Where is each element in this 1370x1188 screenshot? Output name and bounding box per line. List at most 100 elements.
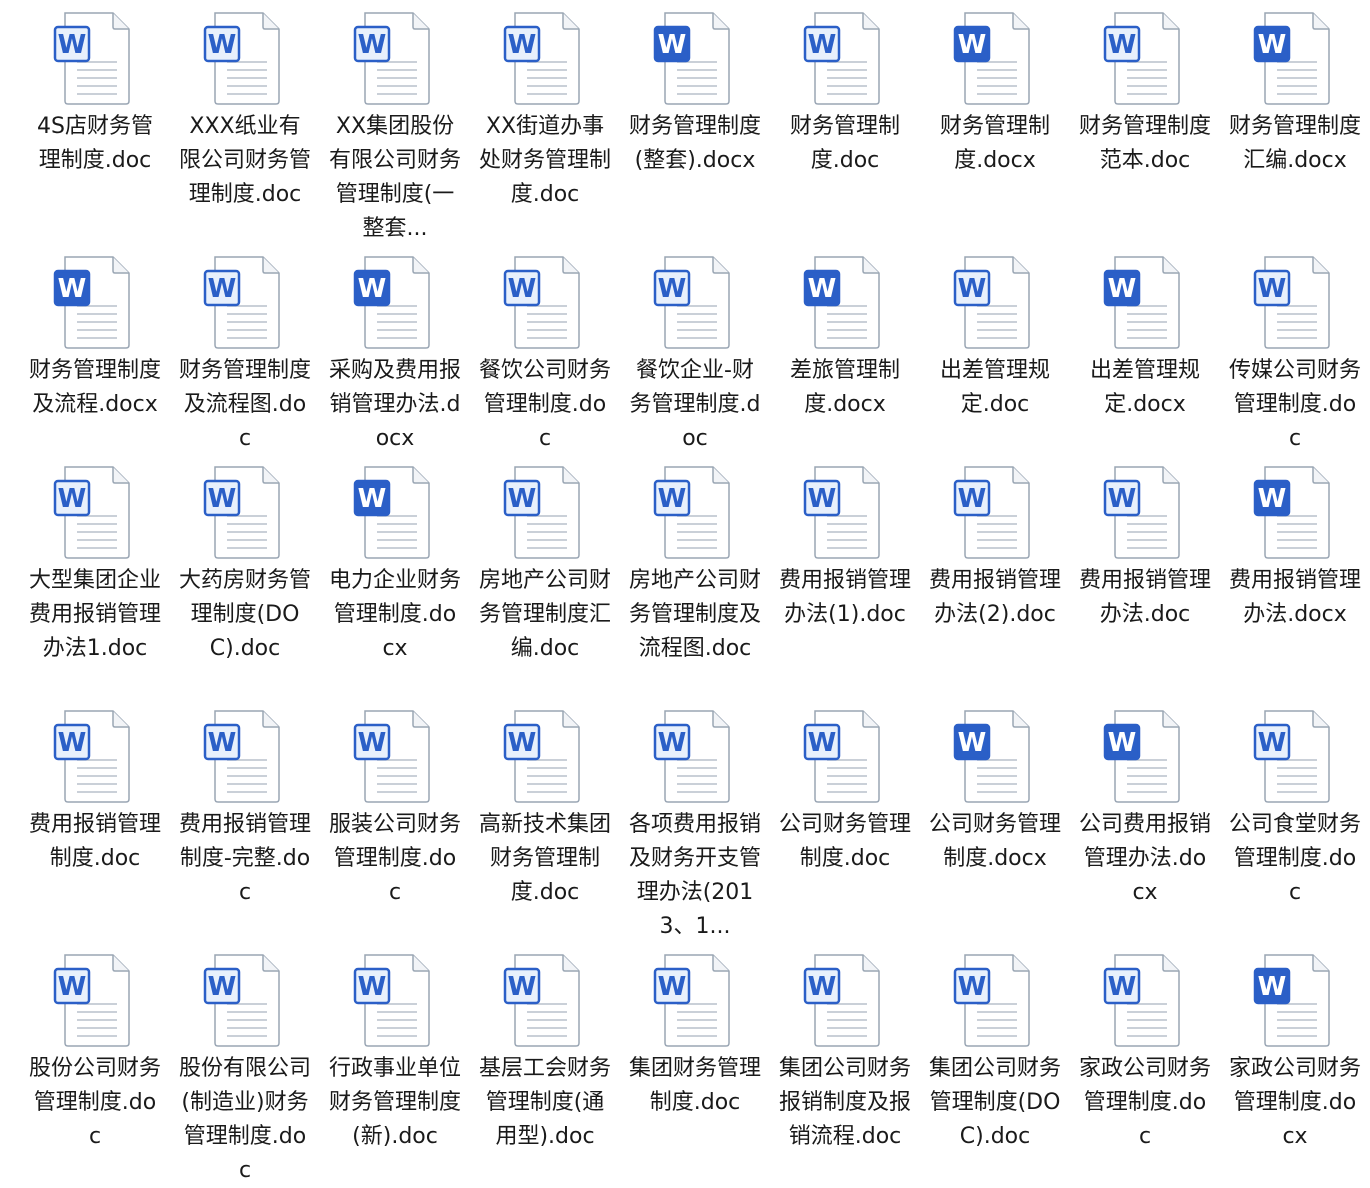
file-item[interactable]: W XX街道办事处财务管理制度.doc xyxy=(470,10,620,212)
word-document-icon: W xyxy=(203,954,280,1047)
file-item[interactable]: W 高新技术集团财务管理制度.doc xyxy=(470,708,620,910)
file-item[interactable]: W 公司食堂财务管理制度.doc xyxy=(1220,708,1370,910)
file-item[interactable]: W 电力企业财务管理制度.docx xyxy=(320,464,470,666)
file-name: 4S店财务管理制度.doc xyxy=(37,114,153,173)
file-item[interactable]: W 4S店财务管理制度.doc xyxy=(20,10,170,178)
word-document-icon: W xyxy=(803,256,880,349)
word-document-icon: W xyxy=(203,12,280,105)
file-item[interactable]: W 财务管理制度.docx xyxy=(920,10,1070,178)
file-item[interactable]: W 家政公司财务管理制度.docx xyxy=(1220,952,1370,1154)
file-item[interactable]: W 集团公司财务报销制度及报销流程.doc xyxy=(770,952,920,1154)
svg-text:W: W xyxy=(958,728,987,758)
file-item[interactable]: W 餐饮企业-财务管理制度.doc xyxy=(620,254,770,456)
svg-text:W: W xyxy=(808,30,837,60)
word-document-icon: W xyxy=(1103,256,1180,349)
file-name: 基层工会财务管理制度(通用型).doc xyxy=(479,1056,612,1149)
file-name: 差旅管理制度.docx xyxy=(789,358,900,417)
file-name: 集团公司财务报销制度及报销流程.doc xyxy=(779,1056,912,1149)
svg-text:W: W xyxy=(208,484,237,514)
file-name: 大药房财务管理制度(DOC).doc xyxy=(179,568,312,661)
word-document-icon: W xyxy=(953,256,1030,349)
svg-text:W: W xyxy=(1108,972,1137,1002)
file-name: 房地产公司财务管理制度汇编.doc xyxy=(479,568,612,661)
file-item[interactable]: W 公司财务管理制度.doc xyxy=(770,708,920,876)
word-document-icon: W xyxy=(803,12,880,105)
file-item[interactable]: W 财务管理制度(整套).docx xyxy=(620,10,770,178)
file-item[interactable]: W 股份公司财务管理制度.doc xyxy=(20,952,170,1154)
file-item[interactable]: W 公司费用报销管理办法.docx xyxy=(1070,708,1220,910)
svg-text:W: W xyxy=(508,972,537,1002)
svg-text:W: W xyxy=(658,728,687,758)
word-document-icon: W xyxy=(1253,466,1330,559)
svg-text:W: W xyxy=(208,274,237,304)
file-item[interactable]: W 出差管理规定.doc xyxy=(920,254,1070,422)
file-item[interactable]: W 财务管理制度.doc xyxy=(770,10,920,178)
word-document-icon: W xyxy=(503,954,580,1047)
file-item[interactable]: W 费用报销管理办法(2).doc xyxy=(920,464,1070,632)
svg-text:W: W xyxy=(358,972,387,1002)
word-document-icon: W xyxy=(353,710,430,803)
file-item[interactable]: W 费用报销管理制度-完整.doc xyxy=(170,708,320,910)
file-item[interactable]: W 房地产公司财务管理制度及流程图.doc xyxy=(620,464,770,666)
word-document-icon: W xyxy=(803,954,880,1047)
file-name: 财务管理制度(整套).docx xyxy=(629,114,762,173)
svg-text:W: W xyxy=(1258,484,1287,514)
file-item[interactable]: W 房地产公司财务管理制度汇编.doc xyxy=(470,464,620,666)
word-document-icon: W xyxy=(53,466,130,559)
file-item[interactable]: W 费用报销管理办法.doc xyxy=(1070,464,1220,632)
file-item[interactable]: W 集团财务管理制度.doc xyxy=(620,952,770,1120)
file-item[interactable]: W 服装公司财务管理制度.doc xyxy=(320,708,470,910)
file-item[interactable]: W 大药房财务管理制度(DOC).doc xyxy=(170,464,320,666)
svg-text:W: W xyxy=(658,30,687,60)
file-item[interactable]: W 传媒公司财务管理制度.doc xyxy=(1220,254,1370,456)
word-document-icon: W xyxy=(353,466,430,559)
file-item[interactable]: W 费用报销管理办法.docx xyxy=(1220,464,1370,632)
svg-text:W: W xyxy=(358,274,387,304)
svg-text:W: W xyxy=(658,972,687,1002)
file-item[interactable]: W 财务管理制度及流程.docx xyxy=(20,254,170,422)
file-item[interactable]: W 财务管理制度汇编.docx xyxy=(1220,10,1370,178)
svg-text:W: W xyxy=(958,484,987,514)
file-item[interactable]: W 采购及费用报销管理办法.docx xyxy=(320,254,470,456)
svg-text:W: W xyxy=(58,972,87,1002)
word-document-icon: W xyxy=(953,710,1030,803)
file-name: 公司食堂财务管理制度.doc xyxy=(1229,812,1362,905)
file-item[interactable]: W 公司财务管理制度.docx xyxy=(920,708,1070,876)
word-document-icon: W xyxy=(353,954,430,1047)
word-document-icon: W xyxy=(203,710,280,803)
file-item[interactable]: W 大型集团企业费用报销管理办法1.doc xyxy=(20,464,170,666)
file-item[interactable]: W 餐饮公司财务管理制度.doc xyxy=(470,254,620,456)
file-name: 电力企业财务管理制度.docx xyxy=(329,568,462,661)
svg-text:W: W xyxy=(658,484,687,514)
file-item[interactable]: W 出差管理规定.docx xyxy=(1070,254,1220,422)
file-name: 餐饮公司财务管理制度.doc xyxy=(479,358,612,451)
file-item[interactable]: W 费用报销管理办法(1).doc xyxy=(770,464,920,632)
svg-text:W: W xyxy=(1108,274,1137,304)
word-document-icon: W xyxy=(1253,954,1330,1047)
file-item[interactable]: W 财务管理制度范本.doc xyxy=(1070,10,1220,178)
file-item[interactable]: W 家政公司财务管理制度.doc xyxy=(1070,952,1220,1154)
file-item[interactable]: W 行政事业单位财务管理制度(新).doc xyxy=(320,952,470,1154)
file-item[interactable]: W 费用报销管理制度.doc xyxy=(20,708,170,876)
word-document-icon: W xyxy=(53,710,130,803)
file-item[interactable]: W 财务管理制度及流程图.doc xyxy=(170,254,320,456)
file-name: 费用报销管理办法(1).doc xyxy=(779,568,912,627)
svg-text:W: W xyxy=(1108,728,1137,758)
svg-text:W: W xyxy=(508,728,537,758)
file-item[interactable]: W 各项费用报销及财务开支管理办法(2013、1... xyxy=(620,708,770,944)
word-document-icon: W xyxy=(203,466,280,559)
svg-text:W: W xyxy=(358,728,387,758)
svg-text:W: W xyxy=(358,484,387,514)
svg-text:W: W xyxy=(808,972,837,1002)
file-item[interactable]: W 集团公司财务管理制度(DOC).doc xyxy=(920,952,1070,1154)
file-item[interactable]: W XX集团股份有限公司财务管理制度(一整套... xyxy=(320,10,470,246)
file-name: 公司费用报销管理办法.docx xyxy=(1079,812,1212,905)
file-item[interactable]: W 股份有限公司(制造业)财务管理制度.doc xyxy=(170,952,320,1188)
file-name: 股份有限公司(制造业)财务管理制度.doc xyxy=(179,1056,312,1183)
svg-text:W: W xyxy=(58,484,87,514)
file-name: 传媒公司财务管理制度.doc xyxy=(1229,358,1362,451)
file-item[interactable]: W 差旅管理制度.docx xyxy=(770,254,920,422)
svg-text:W: W xyxy=(358,30,387,60)
file-item[interactable]: W 基层工会财务管理制度(通用型).doc xyxy=(470,952,620,1154)
file-item[interactable]: W XXX纸业有限公司财务管理制度.doc xyxy=(170,10,320,212)
